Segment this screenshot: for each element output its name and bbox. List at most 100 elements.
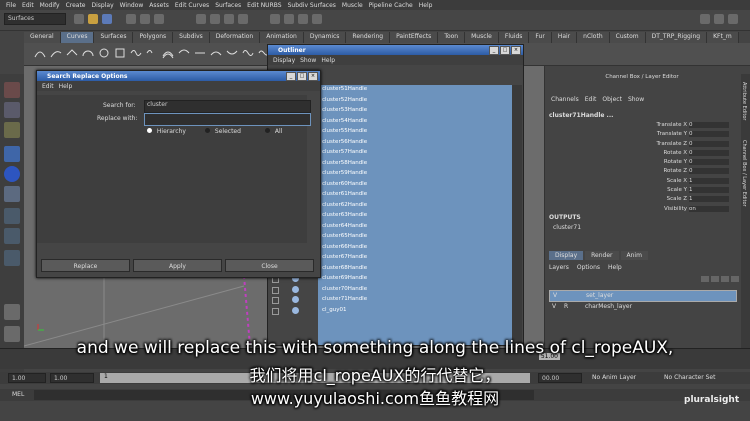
shelf-tab-fur[interactable]: Fur	[529, 32, 552, 43]
shelf-tab-fluids[interactable]: Fluids	[498, 32, 530, 43]
outliner-menu-display[interactable]: Display	[273, 57, 295, 64]
channel-attr-value[interactable]: 0	[689, 168, 729, 175]
menu-item-display[interactable]: Display	[92, 2, 114, 9]
channel-attr-value[interactable]: 0	[689, 159, 729, 166]
radio-selected[interactable]: Selected	[205, 128, 241, 135]
menu-item-window[interactable]: Window	[120, 2, 144, 9]
channel-row[interactable]: Rotate Y0	[545, 159, 739, 168]
minimize-icon[interactable]: _	[286, 72, 296, 81]
replace-input[interactable]	[144, 113, 311, 126]
offset-curve-icon[interactable]	[162, 47, 174, 59]
layout-single-icon[interactable]	[4, 304, 20, 320]
outliner-item[interactable]: cluster61Handle	[272, 190, 518, 200]
menu-item-edit-curves[interactable]: Edit Curves	[175, 2, 209, 9]
outliner-item[interactable]: cluster59Handle	[272, 169, 518, 179]
outliner-item[interactable]: cluster64Handle	[272, 222, 518, 232]
layer-tab-display[interactable]: Display	[549, 251, 584, 260]
channel-row[interactable]: Rotate X0	[545, 149, 739, 159]
shelf-tab-curves[interactable]: Curves	[60, 32, 95, 43]
rotate-tool-icon[interactable]	[4, 166, 20, 182]
render-icon[interactable]	[284, 14, 294, 24]
outliner-item[interactable]: cluster69Handle	[272, 274, 518, 284]
insert-knot-icon[interactable]	[194, 47, 206, 59]
outliner-menu-show[interactable]: Show	[300, 57, 316, 64]
layer-render-flag[interactable]: R	[564, 303, 568, 310]
tool-settings-icon[interactable]	[714, 14, 724, 24]
channel-row[interactable]: Translate Z0	[545, 140, 739, 150]
dialog-titlebar[interactable]: Search Replace Options	[37, 71, 320, 81]
menu-item-muscle[interactable]: Muscle	[342, 2, 363, 9]
outliner-item[interactable]: cluster60Handle	[272, 180, 518, 190]
outliner-item[interactable]: cluster66Handle	[272, 243, 518, 253]
rebuild-curve-icon[interactable]	[178, 47, 190, 59]
layer-row-charmesh[interactable]: V R charMesh_layer	[549, 302, 735, 312]
move-layer-down-icon[interactable]	[731, 276, 739, 282]
outliner-item[interactable]: cluster63Handle	[272, 211, 518, 221]
outliner-item[interactable]: cluster53Handle	[272, 106, 518, 116]
layer-visible-flag[interactable]: V	[553, 292, 557, 299]
channel-row[interactable]: Scale X1	[545, 177, 739, 187]
menuset-dropdown[interactable]: Surfaces	[4, 13, 66, 25]
expand-icon[interactable]	[272, 297, 279, 304]
select-component-icon[interactable]	[154, 14, 164, 24]
minimize-icon[interactable]: _	[489, 46, 499, 55]
close-icon[interactable]: ×	[511, 46, 521, 55]
shelf-tab-toon[interactable]: Toon	[438, 32, 466, 43]
outliner-item[interactable]: cluster58Handle	[272, 159, 518, 169]
search-input[interactable]: cluster	[144, 100, 311, 113]
shelf-tab-ncloth[interactable]: nCloth	[577, 32, 610, 43]
shelf-tab-animation[interactable]: Animation	[260, 32, 304, 43]
save-scene-icon[interactable]	[102, 14, 112, 24]
outliner-item[interactable]: cluster54Handle	[272, 117, 518, 127]
shelf-tab-surfaces[interactable]: Surfaces	[94, 32, 134, 43]
menu-item-edit-nurbs[interactable]: Edit NURBS	[247, 2, 281, 9]
detach-curves-icon[interactable]	[146, 47, 158, 59]
ep-curve-icon[interactable]	[50, 47, 62, 59]
pencil-curve-icon[interactable]	[66, 47, 78, 59]
channel-attr-value[interactable]: 0	[689, 149, 729, 156]
layer-tab-render[interactable]: Render	[585, 251, 619, 260]
channel-row[interactable]: Translate X0	[545, 122, 739, 131]
outliner-item[interactable]: cluster55Handle	[272, 127, 518, 137]
move-layer-up-icon[interactable]	[721, 276, 729, 282]
channel-menu-object[interactable]: Object	[602, 96, 622, 103]
move-tool-icon[interactable]	[4, 146, 20, 162]
history-icon[interactable]	[270, 14, 280, 24]
outliner-menu-help[interactable]: Help	[321, 57, 335, 64]
new-scene-icon[interactable]	[74, 14, 84, 24]
shelf-tab-muscle[interactable]: Muscle	[465, 32, 499, 43]
layer-menu-layers[interactable]: Layers	[549, 264, 569, 271]
channel-row[interactable]: Scale Z1	[545, 196, 739, 205]
ipr-render-icon[interactable]	[298, 14, 308, 24]
shelf-tab-dt-trp-rigging[interactable]: DT_TRP_Rigging	[645, 32, 708, 43]
dialog-menu-help[interactable]: Help	[59, 83, 73, 90]
select-tool-icon[interactable]	[4, 82, 20, 98]
outliner-titlebar[interactable]: Outliner	[268, 45, 523, 55]
outliner-list[interactable]: cluster51Handle cluster52Handle cluster53H…	[272, 85, 522, 345]
channel-menu-show[interactable]: Show	[628, 96, 644, 103]
channel-menu-channels[interactable]: Channels	[551, 96, 579, 103]
channel-attr-value[interactable]: on	[689, 205, 729, 212]
attach-curves-icon[interactable]	[130, 47, 142, 59]
expand-icon[interactable]	[272, 286, 279, 294]
radio-hierarchy[interactable]: Hierarchy	[147, 128, 186, 135]
layer-menu-help[interactable]: Help	[608, 264, 622, 271]
lasso-tool-icon[interactable]	[4, 102, 20, 118]
channel-box-tab[interactable]: Channel Box / Layer Editor	[741, 140, 747, 207]
outliner-item[interactable]: cluster62Handle	[272, 201, 518, 211]
menu-item-help[interactable]: Help	[419, 2, 433, 9]
shelf-tab-hair[interactable]: Hair	[551, 32, 578, 43]
outliner-item[interactable]: cluster51Handle	[272, 85, 518, 95]
menu-item-file[interactable]: File	[6, 2, 16, 9]
scale-tool-icon[interactable]	[4, 186, 20, 202]
cv-curve-icon[interactable]	[34, 47, 46, 59]
arc-icon[interactable]	[82, 47, 94, 59]
channel-box-icon[interactable]	[728, 14, 738, 24]
snap-point-icon[interactable]	[224, 14, 234, 24]
outliner-item[interactable]: cluster67Handle	[272, 253, 518, 263]
menu-item-create[interactable]: Create	[66, 2, 86, 9]
attribute-editor-icon[interactable]	[700, 14, 710, 24]
output-node[interactable]: cluster71	[553, 224, 581, 231]
outliner-item[interactable]: cl_guy01	[272, 306, 518, 316]
new-layer-selected-icon[interactable]	[711, 276, 719, 282]
